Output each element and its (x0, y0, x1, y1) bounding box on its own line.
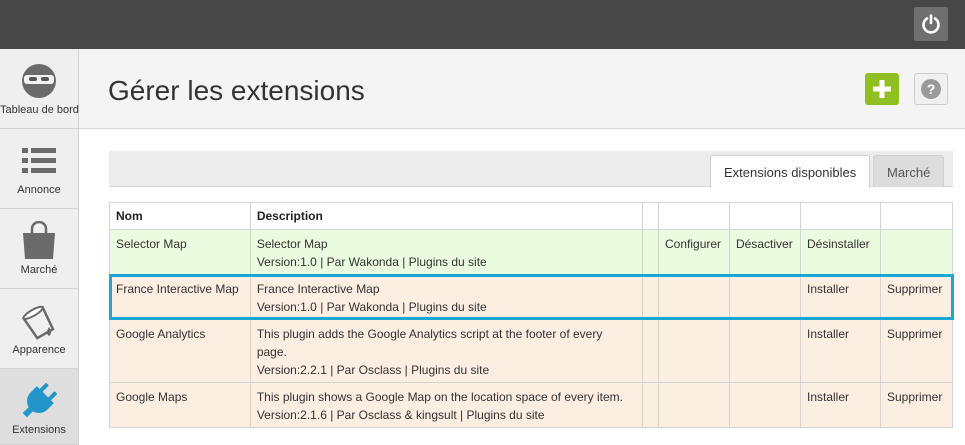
plugin-name: Selector Map (109, 229, 251, 275)
empty-cell (879, 229, 954, 275)
sidebar-item-extensions[interactable]: Extensions (0, 369, 78, 445)
sidebar-item-label: Extensions (12, 424, 66, 436)
list-icon (19, 141, 59, 181)
shopping-bag-icon (19, 221, 59, 261)
empty-cell (729, 382, 801, 428)
column-header-empty (879, 202, 954, 230)
tab-bar: Extensions disponibles Marché (109, 151, 953, 188)
sidebar-item-label: Apparence (12, 344, 66, 356)
logout-button[interactable] (914, 7, 948, 41)
power-icon (922, 14, 940, 34)
paint-bucket-icon (19, 301, 59, 341)
column-header-empty (799, 202, 881, 230)
empty-cell (642, 274, 660, 320)
main-content: Extensions disponibles Marché Nom Descri… (79, 130, 965, 445)
plugin-name: France Interactive Map (109, 274, 251, 320)
column-header-empty (642, 202, 660, 230)
empty-cell (658, 382, 730, 428)
tab-extensions-disponibles[interactable]: Extensions disponibles (710, 155, 871, 188)
sidebar-item-label: Marché (20, 264, 58, 276)
table-header-row: Nom Description (109, 202, 954, 230)
description-line: Version:1.0 | Par Wakonda | Plugins du s… (256, 300, 487, 314)
plug-icon (19, 381, 59, 421)
description-line: Version:2.2.1 | Par Osclass | Plugins du… (256, 363, 490, 377)
empty-cell (642, 382, 660, 428)
tab-marche[interactable]: Marché (873, 155, 945, 187)
uninstall-link[interactable]: Désinstaller (799, 229, 881, 275)
extensions-table: Nom Description Selector Map Selector Ma… (109, 202, 954, 428)
top-bar (0, 0, 965, 49)
sidebar-item-dashboard[interactable]: Tableau de bord (0, 49, 79, 129)
description-line: page. (256, 345, 287, 359)
install-link[interactable]: Installer (799, 319, 881, 383)
description-line: Version:2.1.6 | Par Osclass & kingsult |… (256, 408, 545, 422)
column-header-empty (658, 202, 730, 230)
svg-text:?: ? (927, 81, 936, 97)
description-line: This plugin shows a Google Map on the lo… (256, 390, 624, 404)
empty-cell (642, 229, 660, 275)
column-header-name: Nom (109, 202, 251, 230)
delete-link[interactable]: Supprimer (879, 274, 954, 320)
description-line: This plugin adds the Google Analytics sc… (256, 327, 603, 341)
empty-cell (658, 319, 730, 383)
plugin-name: Google Maps (109, 382, 251, 428)
sidebar-item-marche[interactable]: Marché (0, 209, 78, 289)
empty-cell (642, 319, 660, 383)
table-row: Google Analytics This plugin adds the Go… (109, 319, 954, 383)
delete-link[interactable]: Supprimer (879, 382, 954, 428)
disable-link[interactable]: Désactiver (729, 229, 801, 275)
plugin-description: Selector Map Version:1.0 | Par Wakonda |… (249, 229, 644, 275)
description-line: Selector Map (256, 237, 328, 251)
table-row: Google Maps This plugin shows a Google M… (109, 382, 954, 428)
plugin-name: Google Analytics (109, 319, 251, 383)
sidebar-item-label: Annonce (17, 184, 61, 196)
empty-cell (729, 274, 801, 320)
empty-cell (729, 319, 801, 383)
plugin-description: This plugin adds the Google Analytics sc… (249, 319, 644, 383)
ninja-icon (19, 61, 59, 101)
column-header-description: Description (249, 202, 644, 230)
delete-link[interactable]: Supprimer (879, 319, 954, 383)
add-extension-button[interactable] (865, 73, 899, 105)
sidebar: Tableau de bord Annonce Marché Apparence… (0, 49, 79, 445)
page-title: Gérer les extensions (108, 75, 365, 106)
empty-cell (658, 274, 730, 320)
plugin-description: This plugin shows a Google Map on the lo… (249, 382, 644, 428)
plus-icon (873, 80, 891, 98)
help-button[interactable]: ? (914, 73, 948, 105)
configure-link[interactable]: Configurer (658, 229, 730, 275)
install-link[interactable]: Installer (799, 382, 881, 428)
plugin-description: France Interactive Map Version:1.0 | Par… (249, 274, 644, 320)
sidebar-item-apparence[interactable]: Apparence (0, 289, 78, 369)
sidebar-item-label: Tableau de bord (0, 104, 79, 116)
column-header-empty (729, 202, 801, 230)
page-header: Gérer les extensions ? (79, 49, 965, 129)
question-icon: ? (921, 79, 941, 99)
table-row: France Interactive Map France Interactiv… (109, 274, 954, 320)
table-row: Selector Map Selector Map Version:1.0 | … (109, 229, 954, 275)
description-line: France Interactive Map (256, 282, 380, 296)
description-line: Version:1.0 | Par Wakonda | Plugins du s… (256, 255, 487, 269)
install-link[interactable]: Installer (799, 274, 881, 320)
sidebar-item-annonce[interactable]: Annonce (0, 129, 78, 209)
